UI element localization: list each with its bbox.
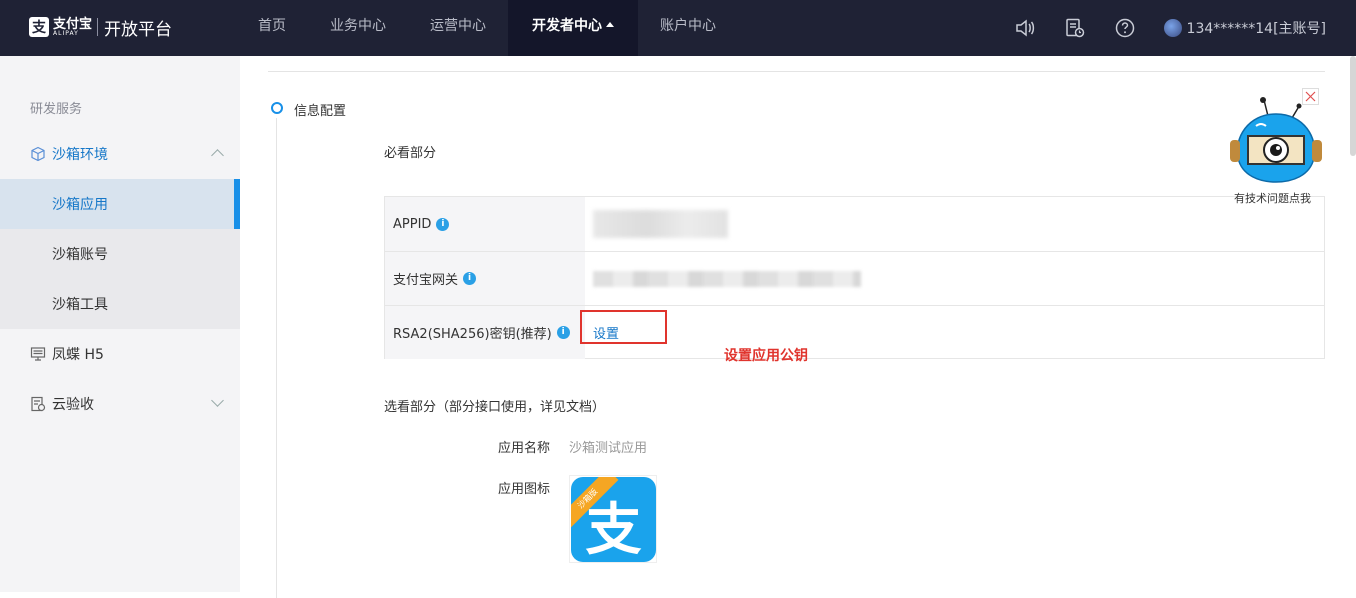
sidebar-item-sandbox-app[interactable]: 沙箱应用 [0, 179, 240, 229]
main-nav: 首页 业务中心 运营中心 开发者中心 账户中心 [236, 0, 738, 56]
checklist-icon [31, 396, 46, 412]
sidebar-item-sandbox-account[interactable]: 沙箱账号 [0, 229, 240, 279]
top-bar: 支 支付宝 ALIPAY 开放平台 首页 业务中心 运营中心 开发者中心 账户中… [0, 0, 1356, 56]
info-icon[interactable]: i [436, 217, 450, 231]
brand-divider [97, 18, 98, 36]
row-label-text: RSA2(SHA256)密钥(推荐) [393, 327, 552, 342]
sidebar-section-header: 研发服务 [30, 102, 83, 117]
row-label: 支付宝网关 i [385, 252, 585, 305]
divider [268, 71, 1325, 72]
nav-developer-center-label: 开发者中心 [532, 18, 602, 34]
caret-up-icon [606, 21, 614, 27]
chevron-down-icon [211, 394, 224, 407]
top-right-tools: 134******14[主账号] [986, 0, 1326, 56]
table-row-rsa2-key: RSA2(SHA256)密钥(推荐) i 设置 [385, 305, 1324, 359]
appid-value-redacted [585, 197, 728, 251]
brand[interactable]: 支 支付宝 ALIPAY 开放平台 [29, 14, 172, 40]
sidebar-item-cloud-acceptance[interactable]: 云验收 [0, 379, 240, 429]
timeline-step-dot [271, 102, 283, 114]
row-label: APPID i [385, 197, 585, 251]
nav-operations-center[interactable]: 运营中心 [408, 0, 508, 56]
scrollbar[interactable] [1350, 56, 1356, 156]
gateway-value-redacted [585, 252, 861, 305]
cube-icon [31, 146, 45, 162]
document-clock-icon[interactable] [1064, 17, 1086, 39]
sidebar-item-label: 沙箱应用 [52, 197, 108, 213]
table-row-appid: APPID i [385, 197, 1324, 251]
app-name-value: 沙箱测试应用 [569, 441, 648, 456]
app-icon-label: 应用图标 [498, 482, 551, 497]
chevron-up-icon [211, 149, 224, 162]
alipay-logo-icon: 支 [29, 17, 49, 37]
row-label-text: 支付宝网关 [393, 273, 459, 288]
app-name-label: 应用名称 [498, 441, 551, 456]
annotation-text: 设置应用公钥 [724, 348, 808, 364]
sidebar-item-sandbox-env[interactable]: 沙箱环境 [0, 129, 240, 179]
robot-mascot-icon [1230, 97, 1322, 183]
row-label-text: APPID [393, 216, 432, 232]
logo-text-en: ALIPAY [53, 29, 79, 37]
avatar [1163, 19, 1182, 37]
nav-account-center[interactable]: 账户中心 [638, 0, 738, 56]
sidebar-item-label: 沙箱工具 [52, 297, 108, 313]
row-label: RSA2(SHA256)密钥(推荐) i [385, 306, 585, 359]
help-icon[interactable] [1114, 17, 1136, 39]
required-section-title: 必看部分 [384, 146, 437, 161]
main-content: 信息配置 必看部分 APPID i 支付宝网关 i RSA2(SHA256)密钥(推… [240, 56, 1356, 598]
sidebar: 研发服务 沙箱环境 沙箱应用 沙箱账号 沙箱工具 凤蝶 H5 云验收 [0, 56, 240, 592]
user-account-label: 134******14[主账号] [1186, 21, 1326, 37]
sidebar-item-label: 凤蝶 H5 [52, 347, 104, 363]
annotation-highlight-box [580, 310, 667, 344]
nav-developer-center[interactable]: 开发者中心 [508, 0, 638, 56]
monitor-icon [30, 347, 46, 361]
brand-title: 开放平台 [104, 19, 172, 40]
sidebar-item-fengdie-h5[interactable]: 凤蝶 H5 [0, 329, 240, 379]
user-account-menu[interactable]: 134******14[主账号] [1163, 18, 1326, 38]
table-row-gateway: 支付宝网关 i [385, 251, 1324, 305]
info-icon[interactable]: i [556, 326, 570, 339]
alipay-logo: 支 支付宝 ALIPAY [29, 14, 93, 40]
sidebar-item-sandbox-tools[interactable]: 沙箱工具 [0, 279, 240, 329]
config-table: APPID i 支付宝网关 i RSA2(SHA256)密钥(推荐) i 设置 [384, 196, 1325, 359]
info-icon[interactable]: i [463, 272, 477, 285]
nav-business-center[interactable]: 业务中心 [308, 0, 408, 56]
support-robot-label[interactable]: 有技术问题点我 [1234, 190, 1311, 206]
nav-home[interactable]: 首页 [236, 0, 308, 56]
optional-section-title: 选看部分（部分接口使用，详见文档） [384, 400, 606, 415]
section-title: 信息配置 [294, 104, 347, 119]
speaker-icon[interactable] [1014, 17, 1036, 39]
app-icon-image: 支 沙箱版 [569, 475, 657, 563]
logo-text-cn: 支付宝 [53, 16, 93, 32]
sidebar-item-label: 沙箱账号 [52, 247, 108, 263]
sidebar-item-label: 沙箱环境 [52, 147, 108, 163]
sidebar-item-label: 云验收 [52, 397, 94, 413]
timeline-line [276, 118, 277, 598]
